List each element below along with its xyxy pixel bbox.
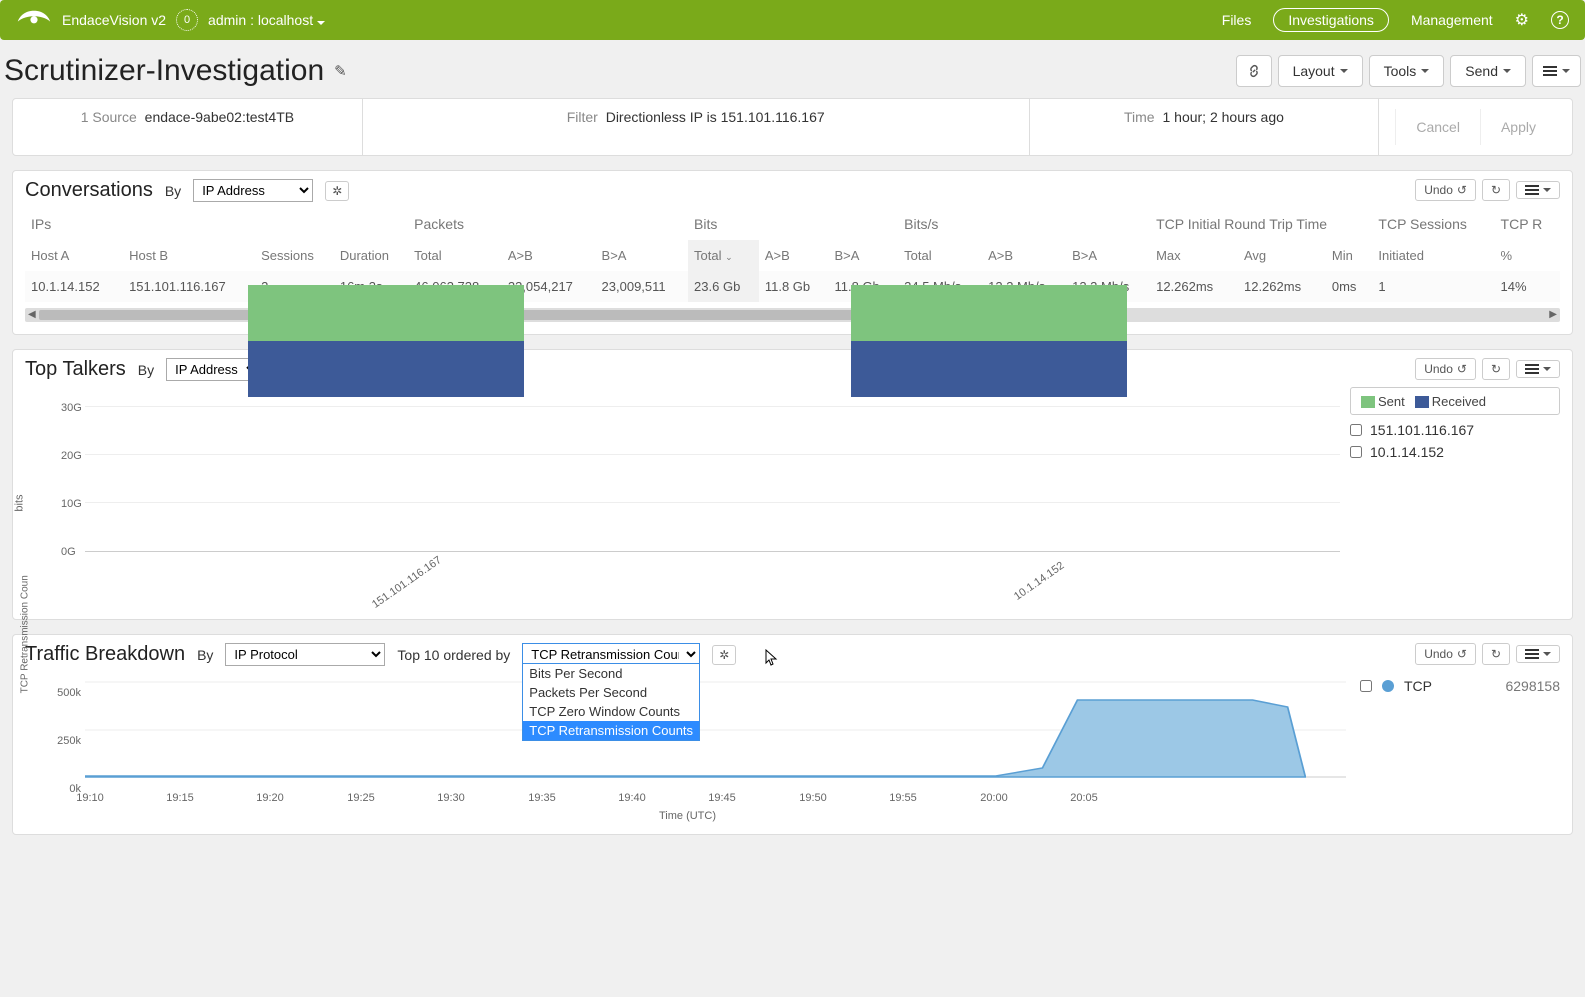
traffic-by-select[interactable]: IP Protocol bbox=[225, 643, 385, 666]
col-rtt-min[interactable]: Min bbox=[1326, 240, 1373, 271]
gear-icon[interactable]: ⚙ bbox=[1515, 10, 1529, 30]
talkers-undo-button[interactable]: Undo ↺ bbox=[1415, 358, 1476, 380]
talkers-refresh-button[interactable]: ↻ bbox=[1482, 358, 1510, 380]
dropdown-option[interactable]: TCP Zero Window Counts bbox=[523, 702, 699, 721]
cancel-button[interactable]: Cancel bbox=[1395, 109, 1480, 145]
legend-item[interactable]: 10.1.14.152 bbox=[1350, 441, 1560, 463]
legend-checkbox[interactable] bbox=[1350, 446, 1362, 458]
legend-item[interactable]: 151.101.116.167 bbox=[1350, 419, 1560, 441]
send-button[interactable]: Send bbox=[1450, 55, 1526, 87]
traffic-title: Traffic Breakdown bbox=[25, 643, 185, 666]
link-button[interactable] bbox=[1236, 55, 1272, 87]
col-bitsps-ab[interactable]: A>B bbox=[982, 240, 1066, 271]
dropdown-option-selected[interactable]: TCP Retransmission Counts bbox=[523, 721, 699, 740]
legend-checkbox[interactable] bbox=[1360, 680, 1372, 692]
col-bits-total[interactable]: Total ⌄ bbox=[688, 240, 759, 271]
col-bitsps-ba[interactable]: B>A bbox=[1066, 240, 1150, 271]
traffic-undo-button[interactable]: Undo ↺ bbox=[1415, 643, 1476, 665]
filter-info-bar: 1 Source endace-9abe02:test4TB Filter Di… bbox=[12, 98, 1573, 156]
col-packets-ba[interactable]: B>A bbox=[596, 240, 689, 271]
nav-files[interactable]: Files bbox=[1222, 12, 1252, 28]
top-talkers-panel: Top Talkers By IP Address ✲ Undo ↺ ↻ bit… bbox=[12, 349, 1573, 620]
col-packets-ab[interactable]: A>B bbox=[502, 240, 596, 271]
col-tcp-init[interactable]: Initiated bbox=[1372, 240, 1494, 271]
talkers-by-select[interactable]: IP Address bbox=[166, 358, 260, 381]
pencil-icon[interactable]: ✎ bbox=[334, 62, 347, 80]
top-talkers-chart[interactable]: bits 0G 10G 20G 30G 151.101.116.167 10.1… bbox=[25, 387, 1350, 607]
traffic-menu-button[interactable] bbox=[1516, 645, 1560, 663]
session-count-badge[interactable]: 0 bbox=[176, 9, 198, 31]
conversations-undo-button[interactable]: Undo ↺ bbox=[1415, 179, 1476, 201]
col-bits-ba[interactable]: B>A bbox=[829, 240, 899, 271]
col-bits-ab[interactable]: A>B bbox=[759, 240, 829, 271]
help-icon[interactable]: ? bbox=[1551, 11, 1569, 29]
page-title: Scrutinizer-Investigation bbox=[4, 54, 324, 88]
conversations-title: Conversations bbox=[25, 179, 153, 202]
source-cell[interactable]: 1 Source endace-9abe02:test4TB bbox=[13, 99, 363, 155]
chart-legend: Sent Received bbox=[1350, 387, 1560, 415]
user-menu[interactable]: admin : localhost bbox=[208, 12, 325, 28]
dropdown-option[interactable]: Packets Per Second bbox=[523, 683, 699, 702]
talkers-menu-button[interactable] bbox=[1516, 360, 1560, 378]
conversations-panel: Conversations By IP Address ✲ Undo ↺ ↻ I… bbox=[12, 170, 1573, 335]
col-hosta[interactable]: Host A bbox=[25, 240, 123, 271]
logo-icon bbox=[16, 9, 52, 31]
top-navbar: EndaceVision v2 0 admin : localhost File… bbox=[0, 0, 1585, 40]
col-tcp-pct[interactable]: % bbox=[1495, 240, 1560, 271]
traffic-breakdown-panel: Traffic Breakdown By IP Protocol Top 10 … bbox=[12, 634, 1573, 835]
dropdown-option[interactable]: Bits Per Second bbox=[523, 664, 699, 683]
col-rtt-max[interactable]: Max bbox=[1150, 240, 1238, 271]
col-packets-total[interactable]: Total bbox=[408, 240, 502, 271]
cursor-icon bbox=[765, 649, 779, 667]
conversations-by-select[interactable]: IP Address bbox=[193, 179, 313, 202]
col-rtt-avg[interactable]: Avg bbox=[1238, 240, 1326, 271]
time-cell[interactable]: Time 1 hour; 2 hours ago bbox=[1030, 99, 1380, 155]
legend-checkbox[interactable] bbox=[1350, 424, 1362, 436]
traffic-refresh-button[interactable]: ↻ bbox=[1482, 643, 1510, 665]
nav-investigations[interactable]: Investigations bbox=[1273, 8, 1389, 32]
brand-name: EndaceVision v2 bbox=[62, 12, 166, 28]
top-talkers-title: Top Talkers bbox=[25, 358, 126, 381]
traffic-legend-item[interactable]: TCP 6298158 bbox=[1360, 678, 1560, 694]
col-sessions[interactable]: Sessions bbox=[255, 240, 334, 271]
tools-button[interactable]: Tools bbox=[1369, 55, 1445, 87]
traffic-gear-icon[interactable]: ✲ bbox=[712, 645, 736, 665]
menu-button[interactable] bbox=[1532, 55, 1581, 87]
order-dropdown-list: Bits Per Second Packets Per Second TCP Z… bbox=[522, 663, 700, 741]
col-bitsps-total[interactable]: Total bbox=[898, 240, 982, 271]
layout-button[interactable]: Layout bbox=[1278, 55, 1363, 87]
col-duration[interactable]: Duration bbox=[334, 240, 408, 271]
filter-cell[interactable]: Filter Directionless IP is 151.101.116.1… bbox=[363, 99, 1030, 155]
legend-dot-icon bbox=[1382, 680, 1394, 692]
col-hostb[interactable]: Host B bbox=[123, 240, 255, 271]
apply-button[interactable]: Apply bbox=[1480, 109, 1556, 145]
conversations-menu-button[interactable] bbox=[1516, 181, 1560, 199]
conversations-refresh-button[interactable]: ↻ bbox=[1482, 179, 1510, 201]
nav-management[interactable]: Management bbox=[1411, 12, 1493, 28]
conversations-gear-icon[interactable]: ✲ bbox=[325, 181, 349, 201]
